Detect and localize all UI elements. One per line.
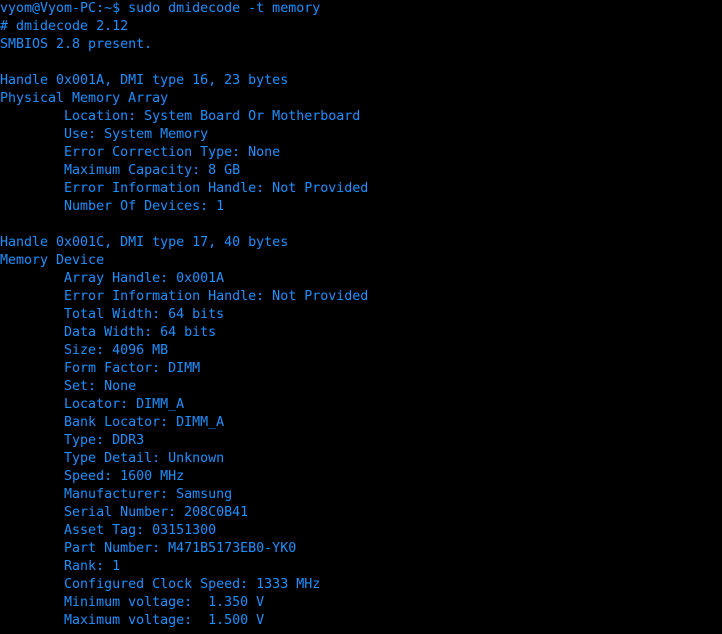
terminal-line: SMBIOS 2.8 present. bbox=[0, 37, 153, 52]
terminal-line: Handle 0x001A, DMI type 16, 23 bytes bbox=[0, 73, 289, 88]
terminal-line: Array Handle: 0x001A bbox=[0, 271, 225, 286]
terminal-line: Bank Locator: DIMM_A bbox=[0, 415, 225, 430]
terminal-line: Maximum Capacity: 8 GB bbox=[0, 163, 241, 178]
terminal-line: Type Detail: Unknown bbox=[0, 451, 225, 466]
terminal-line: Number Of Devices: 1 bbox=[0, 199, 225, 214]
terminal-window[interactable]: vyom@Vyom-PC:~$ sudo dmidecode -t memory… bbox=[0, 0, 722, 634]
terminal-line: Locator: DIMM_A bbox=[0, 397, 185, 412]
terminal-line: Error Correction Type: None bbox=[0, 145, 281, 160]
terminal-line: Rank: 1 bbox=[0, 559, 121, 574]
terminal-line: Type: DDR3 bbox=[0, 433, 145, 448]
terminal-line: Part Number: M471B5173EB0-YK0 bbox=[0, 541, 297, 556]
terminal-line: Error Information Handle: Not Provided bbox=[0, 289, 369, 304]
terminal-line: Form Factor: DIMM bbox=[0, 361, 201, 376]
terminal-line: Maximum voltage: 1.500 V bbox=[0, 613, 265, 628]
terminal-line: Physical Memory Array bbox=[0, 91, 169, 106]
terminal-line: Data Width: 64 bits bbox=[0, 325, 217, 340]
prompt-line: vyom@Vyom-PC:~$ sudo dmidecode -t memory bbox=[0, 1, 321, 16]
terminal-line: Error Information Handle: Not Provided bbox=[0, 181, 369, 196]
terminal-line: Handle 0x001C, DMI type 17, 40 bytes bbox=[0, 235, 289, 250]
terminal-output-area[interactable]: vyom@Vyom-PC:~$ sudo dmidecode -t memory… bbox=[0, 0, 722, 630]
terminal-line: # dmidecode 2.12 bbox=[0, 19, 129, 34]
terminal-line: Set: None bbox=[0, 379, 137, 394]
terminal-line: Location: System Board Or Motherboard bbox=[0, 109, 361, 124]
terminal-line: Use: System Memory bbox=[0, 127, 209, 142]
terminal-line: Asset Tag: 03151300 bbox=[0, 523, 217, 538]
terminal-line: Size: 4096 MB bbox=[0, 343, 169, 358]
terminal-line: Memory Device bbox=[0, 253, 105, 268]
terminal-line: Manufacturer: Samsung bbox=[0, 487, 233, 502]
terminal-line: Total Width: 64 bits bbox=[0, 307, 225, 322]
terminal-line: Serial Number: 208C0B41 bbox=[0, 505, 249, 520]
terminal-line: Configured Clock Speed: 1333 MHz bbox=[0, 577, 321, 592]
terminal-line: Minimum voltage: 1.350 V bbox=[0, 595, 265, 610]
terminal-line: Speed: 1600 MHz bbox=[0, 469, 185, 484]
